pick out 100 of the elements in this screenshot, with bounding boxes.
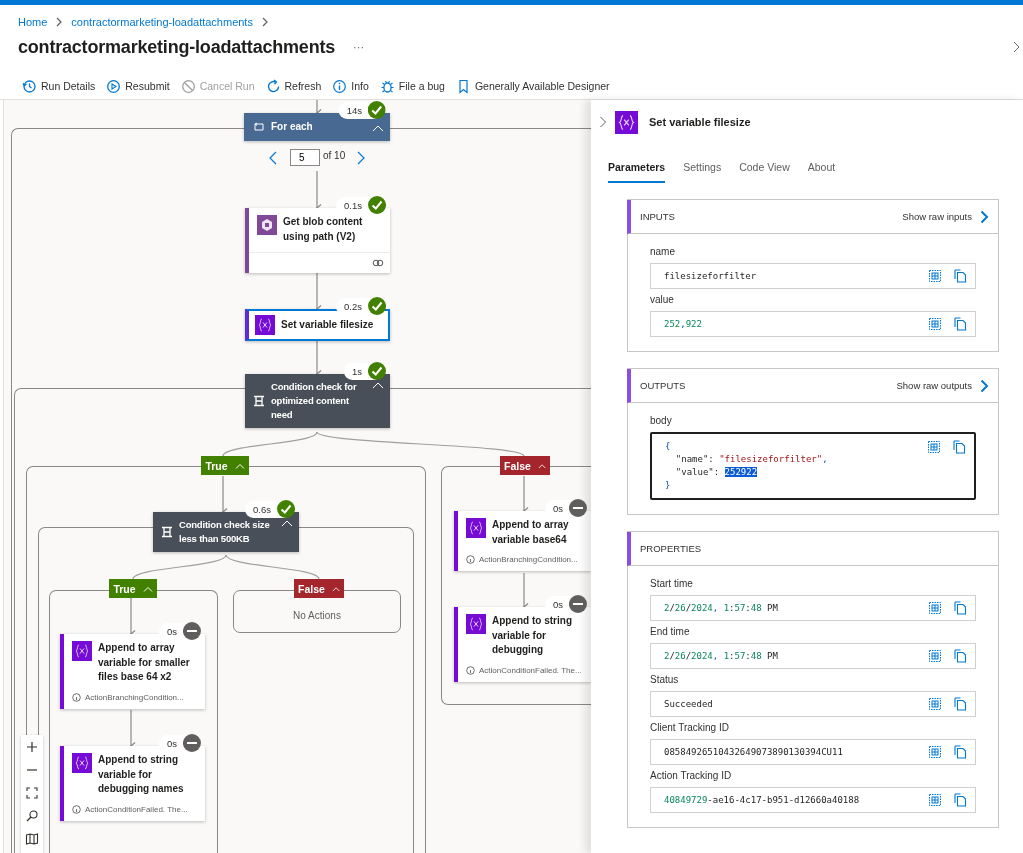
status-note: ActionConditionFailed. The... <box>85 804 188 814</box>
copy-icon[interactable] <box>953 601 967 615</box>
grid-view-icon[interactable] <box>927 440 941 454</box>
value-field[interactable]: 40849729-ae16-4c17-b951-d12660a40188 <box>650 787 976 813</box>
value-field[interactable]: 08584926510432649073890130394CU11 <box>650 739 976 765</box>
branch-label[interactable]: False <box>294 579 344 598</box>
grid-view-icon[interactable] <box>928 601 942 615</box>
search-icon[interactable] <box>25 809 39 823</box>
toolbar-button[interactable]: Info <box>332 75 374 97</box>
chevron-right-icon[interactable] <box>980 378 989 393</box>
collapse-icon[interactable] <box>281 520 293 527</box>
node-title: Append to string variable for debugging <box>492 614 573 657</box>
cancel-icon <box>180 78 196 94</box>
action-card[interactable]: Append to array variable for smaller files base 64 x2 ActionBranchingCondition... <box>60 634 205 709</box>
field-label: Client Tracking ID <box>650 721 730 735</box>
panel-tab[interactable]: Parameters <box>608 157 666 183</box>
panel-tab[interactable]: Settings <box>683 157 722 183</box>
value-field[interactable]: Succeeded <box>650 691 976 717</box>
field-value: 2/26/2024, 1:57:48 PM <box>664 603 779 613</box>
grid-view-icon[interactable] <box>928 697 942 711</box>
clock-icon <box>22 78 37 94</box>
node-title: Set variable filesize <box>281 317 374 332</box>
info-icon <box>466 555 475 564</box>
node-title: Get blob content using path (V2) <box>283 215 364 244</box>
previous-button[interactable] <box>269 151 277 165</box>
node-title: Condition check size less than 500KB <box>179 518 271 546</box>
breadcrumb-link[interactable]: Home <box>18 16 48 28</box>
grid-view-icon[interactable] <box>928 793 942 807</box>
field-label: name <box>650 245 676 259</box>
chevron-right-icon[interactable] <box>980 209 989 224</box>
branch-label[interactable]: False <box>500 456 550 475</box>
field-label: body <box>650 414 673 428</box>
collapse-icon[interactable] <box>372 124 384 132</box>
value-field[interactable]: 2/26/2024, 1:57:48 PM <box>650 595 976 621</box>
breadcrumb-link[interactable]: contractormarketing-loadattachments <box>71 16 253 28</box>
node-title: Condition check for optimized content need <box>271 380 358 422</box>
more-options-button[interactable]: ··· <box>349 41 369 53</box>
zoom-in-icon[interactable] <box>25 740 39 754</box>
node-title: Append to array variable base64 <box>492 518 570 547</box>
copy-icon[interactable] <box>953 793 967 807</box>
copy-icon[interactable] <box>952 440 966 454</box>
variable-icon <box>615 110 638 134</box>
code-field[interactable]: { "name": "filesizeforfilter", "value": 252922 } <box>650 432 976 500</box>
link-icon <box>372 258 384 268</box>
condition-icon <box>161 526 173 538</box>
condition-icon <box>253 395 265 407</box>
toolbar-button[interactable]: File a bug <box>379 75 450 97</box>
field-value: 08584926510432649073890130394CU11 <box>664 747 844 757</box>
toolbar-button[interactable]: Refresh <box>265 75 327 97</box>
section-heading: PROPERTIES <box>640 543 703 554</box>
next-button[interactable] <box>357 151 365 165</box>
collapse-icon[interactable] <box>372 382 384 389</box>
action-card[interactable]: Append to string variable for debugging ActionConditionFailed. The... <box>454 607 591 682</box>
branch-label[interactable]: True <box>109 579 157 598</box>
resubmit-icon <box>106 78 122 94</box>
copy-icon[interactable] <box>953 317 967 331</box>
page-number-field[interactable]: 5 <box>290 149 320 166</box>
action-card[interactable]: Get blob content using path (V2) <box>245 208 390 273</box>
value-field[interactable]: 2/26/2024, 1:57:48 PM <box>650 643 976 669</box>
field-value: 252,922 <box>664 319 703 329</box>
grid-view-icon[interactable] <box>928 269 942 283</box>
bug-icon <box>379 78 395 94</box>
grid-view-icon[interactable] <box>928 745 942 759</box>
copy-icon[interactable] <box>953 269 967 283</box>
copy-icon[interactable] <box>953 745 967 759</box>
code-text: { "name": "filesizeforfilter", "value": 252922 } <box>665 440 829 492</box>
action-card[interactable]: Append to string variable for debugging names ActionConditionFailed. The... <box>60 746 205 821</box>
grid-view-icon[interactable] <box>928 649 942 663</box>
toolbar-button[interactable]: Resubmit <box>106 75 175 97</box>
field-label: Start time <box>650 577 694 591</box>
action-card[interactable]: Append to array variable base64 ActionBranchingCondition... <box>454 511 591 571</box>
loop-card[interactable]: For each <box>244 113 390 141</box>
condition-card[interactable]: Condition check for optimized content need <box>245 374 390 428</box>
condition-card[interactable]: Condition check size less than 500KB <box>153 512 299 552</box>
action-card[interactable]: Set variable filesize <box>245 309 390 341</box>
show-raw-link[interactable]: Show raw inputs <box>902 211 972 222</box>
field-value: 2/26/2024, 1:57:48 PM <box>664 651 779 661</box>
status-note: ActionConditionFailed. The... <box>479 665 582 675</box>
variable-icon <box>72 641 92 661</box>
panel-tab[interactable]: Code View <box>739 157 790 183</box>
collapse-icon <box>234 462 245 469</box>
value-field[interactable]: 252,922 <box>650 311 976 337</box>
fit-view-icon[interactable] <box>25 786 39 800</box>
info-icon <box>72 804 81 814</box>
copy-icon[interactable] <box>953 697 967 711</box>
map-icon[interactable] <box>25 832 39 846</box>
grid-view-icon[interactable] <box>928 317 942 331</box>
toolbar-button[interactable]: Generally Available Designer <box>455 75 615 97</box>
panel-tab[interactable]: About <box>807 157 836 183</box>
field-label: value <box>650 293 675 307</box>
show-raw-link[interactable]: Show raw outputs <box>896 380 972 391</box>
copy-icon[interactable] <box>953 649 967 663</box>
field-value: Succeeded <box>664 699 714 709</box>
branch-label[interactable]: True <box>201 456 249 475</box>
section-heading: INPUTS <box>640 211 676 222</box>
info-icon <box>332 78 348 94</box>
toolbar-button[interactable]: Run Details <box>22 75 101 97</box>
chevron-right-icon[interactable] <box>1011 41 1021 53</box>
value-field[interactable]: filesizeforfilter <box>650 263 976 289</box>
collapse-icon <box>142 585 153 592</box>
